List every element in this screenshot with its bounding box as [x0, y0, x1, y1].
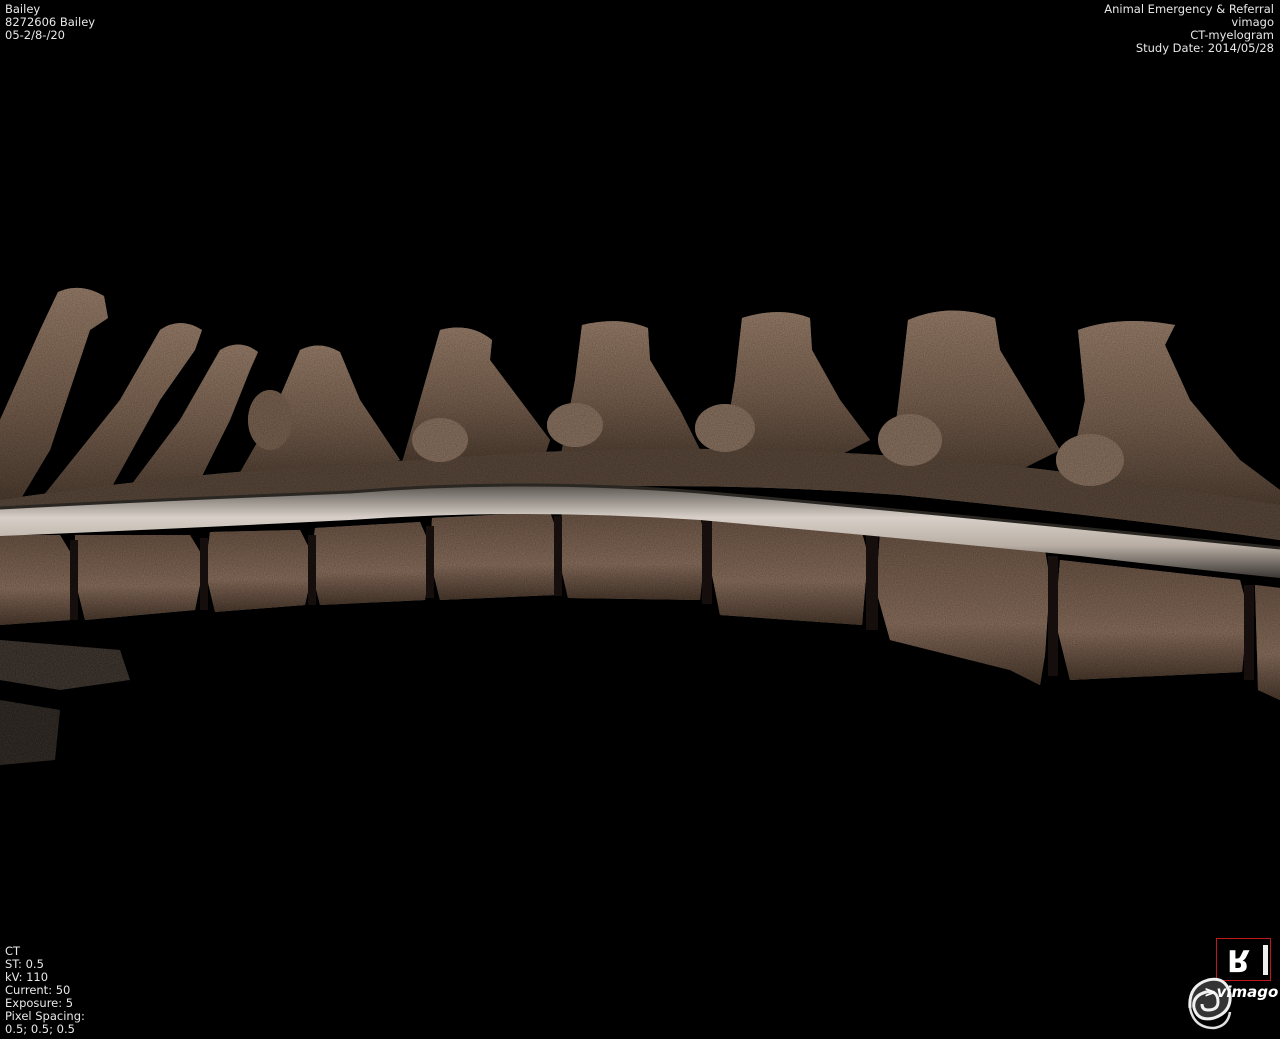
study-date: Study Date: 2014/05/28 — [1135, 41, 1274, 55]
disc-space — [702, 514, 712, 604]
vertebral-body-2 — [75, 535, 205, 620]
vertebral-body-5 — [430, 512, 560, 600]
vertebral-body-1 — [0, 535, 75, 625]
articular-process-3 — [695, 404, 755, 452]
patient-info-overlay: Bailey 8272606 Bailey 05-2/8-/20 — [5, 3, 95, 42]
spinous-process-6 — [560, 321, 700, 470]
vertebral-body-10 — [1255, 585, 1280, 700]
disc-space — [866, 530, 878, 630]
disc-space — [200, 538, 208, 610]
ventral-artefact — [0, 700, 60, 765]
pixel-spacing-value: 0.5; 0.5; 0.5 — [5, 1022, 75, 1036]
ventral-artefact — [0, 640, 130, 690]
vertebral-body-4 — [310, 522, 432, 605]
vertebral-body-3 — [205, 530, 315, 612]
articular-process-2 — [547, 403, 603, 447]
orientation-letter-icon: R — [1227, 942, 1251, 977]
disc-space — [70, 540, 78, 620]
disc-space — [1244, 585, 1254, 680]
articular-process-1 — [412, 418, 468, 462]
volume-render-spine[interactable] — [0, 0, 1280, 1039]
acquisition-info-overlay: CT ST: 0.5 kV: 110 Current: 50 Exposure:… — [5, 945, 85, 1036]
ct-viewer-viewport[interactable]: Bailey 8272606 Bailey 05-2/8-/20 Animal … — [0, 0, 1280, 1039]
vertebral-body-9 — [1055, 560, 1248, 680]
disc-space — [308, 535, 316, 605]
vertebral-body-6 — [558, 510, 706, 600]
nautilus-shell-icon — [1188, 977, 1232, 1030]
disc-space — [426, 526, 434, 598]
articular-process-4 — [878, 414, 942, 466]
vertebral-body-8 — [876, 532, 1050, 685]
disc-space — [554, 516, 562, 596]
vimago-logo-text: >vimago — [1204, 983, 1279, 1001]
disc-space — [1048, 556, 1058, 676]
patient-dob: 05-2/8-/20 — [5, 28, 65, 42]
articular-process-6 — [248, 390, 292, 450]
articular-process-5 — [1056, 434, 1124, 486]
orientation-side-icon — [1263, 945, 1268, 975]
study-info-overlay: Animal Emergency & Referral vimago CT-my… — [1104, 3, 1274, 55]
